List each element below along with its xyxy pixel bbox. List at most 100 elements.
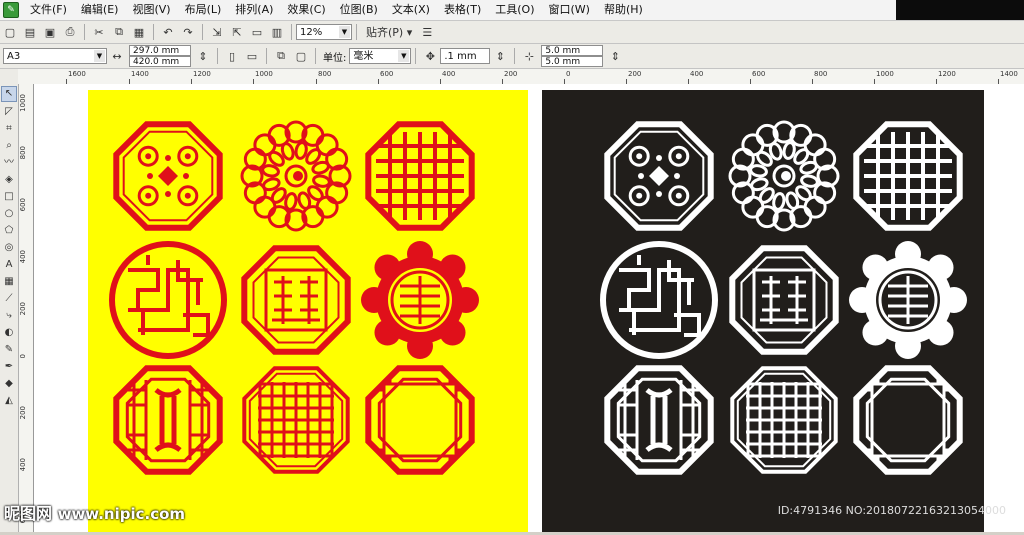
pattern-octagon-double-happiness-red[interactable] bbox=[241, 245, 351, 355]
dup-x-field[interactable]: 5.0 mm bbox=[541, 45, 604, 56]
cut-icon[interactable]: ✂ bbox=[91, 24, 107, 40]
current-page-icon[interactable]: ▢ bbox=[293, 48, 309, 64]
redo-icon[interactable]: ↷ bbox=[180, 24, 196, 40]
export-icon[interactable]: ⇱ bbox=[229, 24, 245, 40]
menu-item[interactable]: 文件(F) bbox=[23, 1, 74, 19]
portrait-icon[interactable]: ▯ bbox=[224, 48, 240, 64]
menu-bar: ✎ 文件(F) 编辑(E) 视图(V) 布局(L) 排列(A) 效果(C) 位图(B) 文本(… bbox=[0, 0, 1024, 21]
pattern-round-maze-white[interactable] bbox=[600, 241, 718, 359]
eyedropper-icon[interactable]: ✎ bbox=[2, 343, 16, 357]
dimension-tool-icon[interactable]: ⟋ bbox=[2, 292, 16, 306]
pattern-octagon-scroll-white[interactable] bbox=[604, 121, 714, 231]
new-document-icon[interactable]: ▢ bbox=[2, 24, 18, 40]
interactive-fill-icon[interactable]: ◭ bbox=[2, 394, 16, 408]
menu-item[interactable]: 位图(B) bbox=[333, 1, 385, 19]
outline-pen-icon[interactable]: ✒ bbox=[2, 360, 16, 374]
pattern-round-maze-red[interactable] bbox=[109, 241, 227, 359]
freehand-tool-icon[interactable]: 〰 bbox=[2, 156, 16, 170]
pattern-octagon-lattice-white[interactable] bbox=[853, 121, 963, 231]
pattern-octagon-window-red[interactable] bbox=[365, 365, 475, 475]
smart-fill-icon[interactable]: ◈ bbox=[2, 173, 16, 187]
unit-select[interactable]: 毫米 ▼ bbox=[349, 48, 412, 64]
undo-icon[interactable]: ↶ bbox=[160, 24, 176, 40]
menu-item[interactable]: 视图(V) bbox=[125, 1, 177, 19]
menu-item[interactable]: 帮助(H) bbox=[597, 1, 650, 19]
application-launcher-icon[interactable]: ▭ bbox=[249, 24, 265, 40]
pattern-flower-medallion-red[interactable] bbox=[240, 120, 352, 232]
separator bbox=[153, 24, 154, 40]
shape-tool-icon[interactable]: ◸ bbox=[2, 105, 16, 119]
dup-y-field[interactable]: 5.0 mm bbox=[541, 56, 604, 67]
ellipse-tool-icon[interactable]: ○ bbox=[2, 207, 16, 221]
open-icon[interactable]: ▤ bbox=[22, 24, 38, 40]
all-pages-icon[interactable]: ⧉ bbox=[273, 48, 289, 64]
menu-item[interactable]: 效果(C) bbox=[280, 1, 332, 19]
menu-item[interactable]: 排列(A) bbox=[228, 1, 280, 19]
pattern-flower-medallion-white[interactable] bbox=[728, 120, 840, 232]
blend-tool-icon[interactable]: ◐ bbox=[2, 326, 16, 340]
spinner-icon[interactable]: ⇕ bbox=[607, 48, 623, 64]
page-size-value: A3 bbox=[7, 51, 21, 62]
rectangle-tool-icon[interactable]: □ bbox=[2, 190, 16, 204]
basic-shapes-icon[interactable]: ◎ bbox=[2, 241, 16, 255]
spinner-icon[interactable]: ⇕ bbox=[492, 48, 508, 64]
snap-to-button[interactable]: 贴齐(P) ▾ bbox=[363, 24, 415, 40]
pattern-octagon-grid-red[interactable] bbox=[242, 366, 350, 474]
pattern-octagon-grid-white[interactable] bbox=[730, 366, 838, 474]
page-height-field[interactable]: 420.0 mm bbox=[129, 56, 191, 67]
chevron-down-icon: ▼ bbox=[398, 50, 410, 62]
page-height-value: 420.0 mm bbox=[133, 57, 180, 67]
page-size-select[interactable]: A3 ▼ bbox=[3, 48, 107, 64]
pattern-octagon-frame-white[interactable] bbox=[604, 365, 714, 475]
nudge-distance-field[interactable]: .1 mm bbox=[440, 48, 491, 64]
separator bbox=[217, 48, 218, 64]
menu-item[interactable]: 窗口(W) bbox=[542, 1, 597, 19]
pattern-cloud-longevity-white[interactable] bbox=[849, 241, 967, 359]
menu-item[interactable]: 编辑(E) bbox=[74, 1, 126, 19]
pattern-octagon-window-white[interactable] bbox=[853, 365, 963, 475]
menu-item[interactable]: 工具(O) bbox=[488, 1, 541, 19]
ruler-tick-label: 200 bbox=[19, 302, 27, 316]
connector-tool-icon[interactable]: ⤷ bbox=[2, 309, 16, 323]
page-black[interactable] bbox=[542, 90, 984, 532]
menu-item[interactable]: 文本(X) bbox=[385, 1, 437, 19]
landscape-icon[interactable]: ▭ bbox=[244, 48, 260, 64]
ruler-tick-label: 1200 bbox=[938, 70, 956, 78]
zoom-select[interactable]: 12% ▼ bbox=[296, 24, 352, 40]
pattern-octagon-lattice-red[interactable] bbox=[365, 121, 475, 231]
snap-label: 贴齐(P) bbox=[366, 26, 404, 39]
table-tool-icon[interactable]: ▦ bbox=[2, 275, 16, 289]
horizontal-ruler[interactable]: 1600 1400 1200 1000 800 600 400 200 0 200 400 600 80… bbox=[18, 69, 1024, 85]
pattern-octagon-double-happiness-white[interactable] bbox=[729, 245, 839, 355]
polygon-tool-icon[interactable]: ⬠ bbox=[2, 224, 16, 238]
red-patterns[interactable] bbox=[88, 90, 528, 532]
pattern-octagon-frame-red[interactable] bbox=[113, 365, 223, 475]
paste-icon[interactable]: ▦ bbox=[131, 24, 147, 40]
welcome-screen-icon[interactable]: ▥ bbox=[269, 24, 285, 40]
page-width-field[interactable]: 297.0 mm bbox=[129, 45, 191, 56]
print-icon[interactable]: ⎙ bbox=[62, 24, 78, 40]
page-width-icon: ↔ bbox=[112, 49, 122, 63]
menu-item[interactable]: 布局(L) bbox=[178, 1, 229, 19]
save-icon[interactable]: ▣ bbox=[42, 24, 58, 40]
vertical-ruler[interactable]: 1000 800 600 400 200 0 200 400 600 bbox=[18, 84, 34, 532]
import-icon[interactable]: ⇲ bbox=[209, 24, 225, 40]
options-icon[interactable]: ☰ bbox=[419, 24, 435, 40]
crop-tool-icon[interactable]: ⌗ bbox=[2, 122, 16, 136]
app-icon[interactable]: ✎ bbox=[3, 2, 19, 18]
pattern-octagon-scroll-red[interactable] bbox=[113, 121, 223, 231]
fill-tool-icon[interactable]: ◆ bbox=[2, 377, 16, 391]
drawing-canvas[interactable] bbox=[34, 84, 1024, 532]
spinner-icon[interactable]: ⇕ bbox=[195, 48, 211, 64]
ruler-origin[interactable] bbox=[0, 69, 18, 84]
pattern-cloud-longevity-red[interactable] bbox=[361, 241, 479, 359]
menu-item[interactable]: 表格(T) bbox=[437, 1, 488, 19]
text-tool-icon[interactable]: A bbox=[2, 258, 16, 272]
copy-icon[interactable]: ⧉ bbox=[111, 24, 127, 40]
zoom-tool-icon[interactable]: ⌕ bbox=[2, 139, 16, 153]
page-yellow[interactable] bbox=[88, 90, 528, 532]
ruler-tick-label: 200 bbox=[628, 70, 642, 78]
white-patterns[interactable] bbox=[542, 90, 984, 532]
site-watermark: 昵图网 www.nipic.com bbox=[4, 500, 185, 524]
pick-tool-icon[interactable]: ↖ bbox=[1, 86, 17, 102]
